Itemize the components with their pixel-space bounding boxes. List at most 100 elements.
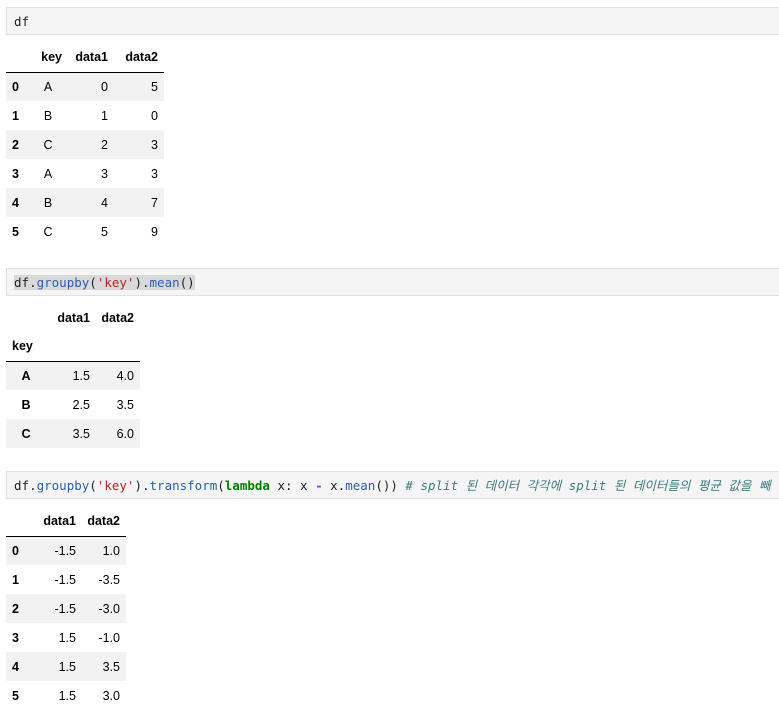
- table-cell: 1.0: [82, 536, 126, 565]
- code-cell-1[interactable]: df: [6, 7, 779, 35]
- table-cell: 3.0: [102, 688, 120, 703]
- code-token: mean: [149, 275, 180, 290]
- row-index: 1: [12, 108, 19, 123]
- code-token: (: [217, 478, 225, 493]
- table-cell: 3: [151, 166, 158, 181]
- dataframe-output-3: data1 data2 0 -1.5 1.0 1 -1.5 -3.5 2 -1.5 -3.0 3 1.5…: [6, 507, 126, 710]
- code-text: df.groupby('key').mean(): [14, 275, 195, 291]
- code-token: df: [14, 275, 30, 290]
- table-cell: -1.5: [54, 572, 76, 587]
- row-index: 2: [6, 594, 28, 623]
- code-token: ).: [134, 478, 150, 493]
- dataframe-output-1: key data1 data2 0 A 0 5 1 B 1 0 2 C 2 3 3 A 3 3 4 B 4 7 5 C 5 9: [6, 43, 164, 246]
- code-token: (): [179, 275, 195, 290]
- table-cell: 5: [114, 72, 164, 101]
- table-cell: A: [43, 166, 53, 181]
- code-token: ).: [134, 275, 150, 290]
- table-row: B 2.5 3.5: [6, 390, 140, 419]
- row-index: 4: [6, 652, 28, 681]
- table-cell: C: [28, 130, 68, 159]
- table-cell: 2: [68, 130, 114, 159]
- table-cell: 0: [68, 72, 114, 101]
- row-index: 0: [6, 72, 28, 101]
- table-cell: B: [43, 108, 53, 123]
- column-header: data2: [114, 43, 164, 73]
- code-text: df: [14, 14, 30, 29]
- table-cell: 5: [101, 224, 108, 239]
- table-cell: B: [28, 188, 68, 217]
- table-cell: -1.5: [28, 536, 82, 565]
- table-cell: 0: [151, 108, 158, 123]
- table-row: 3 1.5 -1.0: [6, 623, 126, 652]
- code-text: df.groupby('key').transform(lambda x: x …: [14, 478, 770, 494]
- index-header: [6, 507, 28, 537]
- code-token: -: [315, 478, 323, 493]
- table-cell: 3.5: [46, 419, 96, 448]
- table-cell: 4: [68, 188, 114, 217]
- table-row: C 3.5 6.0: [6, 419, 140, 448]
- table-row: 1 -1.5 -3.5: [6, 565, 126, 594]
- row-index: A: [6, 361, 46, 390]
- table-cell: 1.5: [58, 630, 76, 645]
- code-token: lambda: [224, 478, 270, 493]
- row-index: 4: [6, 188, 28, 217]
- row-index: 2: [6, 130, 28, 159]
- row-index: 5: [12, 224, 19, 239]
- table-cell: -1.5: [28, 594, 82, 623]
- row-index: 3: [12, 630, 19, 645]
- table-cell: A: [28, 72, 68, 101]
- row-index: C: [6, 419, 46, 448]
- table-row: 0 -1.5 1.0: [6, 536, 126, 565]
- index-header: [6, 303, 46, 332]
- row-index: B: [21, 397, 31, 412]
- table-cell: -3.0: [82, 594, 126, 623]
- table-cell: -1.0: [98, 630, 120, 645]
- column-header: data1: [57, 310, 90, 325]
- row-index: 3: [12, 166, 19, 181]
- code-token: .: [29, 275, 37, 290]
- index-name-row: key: [6, 332, 140, 362]
- table-cell: 3.5: [116, 397, 134, 412]
- table-row: 5 1.5 3.0: [6, 681, 126, 710]
- code-token: 'key': [96, 275, 135, 290]
- code-token: ()): [375, 478, 406, 493]
- code-cell-3[interactable]: df.groupby('key').transform(lambda x: x …: [6, 471, 779, 499]
- table-cell: 1.5: [58, 688, 76, 703]
- column-header: key: [28, 43, 68, 73]
- empty-cell: [96, 332, 140, 362]
- table-cell: 2.5: [72, 397, 90, 412]
- table-cell: 7: [114, 188, 164, 217]
- table-cell: -3.5: [98, 572, 120, 587]
- table-cell: 4.0: [96, 361, 140, 390]
- code-token: groupby: [36, 275, 90, 290]
- code-token: .: [29, 478, 37, 493]
- table-row: 2 -1.5 -3.0: [6, 594, 126, 623]
- column-header: data1: [28, 507, 82, 537]
- code-token: x.: [322, 478, 346, 493]
- table-cell: 6.0: [96, 419, 140, 448]
- code-cell-2[interactable]: df.groupby('key').mean(): [6, 268, 779, 296]
- table-row: 2C23: [6, 130, 164, 159]
- row-index: 1: [12, 572, 19, 587]
- table-cell: 1.5: [46, 361, 96, 390]
- header-row: key data1 data2: [6, 43, 164, 73]
- table-cell: 3: [114, 130, 164, 159]
- code-token: transform: [149, 478, 218, 493]
- row-index: 5: [12, 688, 19, 703]
- table-row: A 1.5 4.0: [6, 361, 140, 390]
- table-cell: 1: [101, 108, 108, 123]
- code-token: (: [89, 275, 97, 290]
- table-cell: C: [43, 224, 53, 239]
- column-header: data1: [68, 43, 114, 73]
- column-header: data2: [101, 310, 134, 325]
- code-token: (: [89, 478, 97, 493]
- table-cell: 1.5: [28, 652, 82, 681]
- table-row: 4B47: [6, 188, 164, 217]
- code-token: groupby: [36, 478, 90, 493]
- code-token: mean: [345, 478, 376, 493]
- table-cell: 3: [101, 166, 108, 181]
- table-row: 5 C 5 9: [6, 217, 164, 246]
- dataframe-output-2: data1 data2 key A 1.5 4.0 B 2.5 3.5 C 3.5 6.0: [6, 303, 140, 448]
- table-row: 1 B 1 0: [6, 101, 164, 130]
- code-token: 'key': [96, 478, 135, 493]
